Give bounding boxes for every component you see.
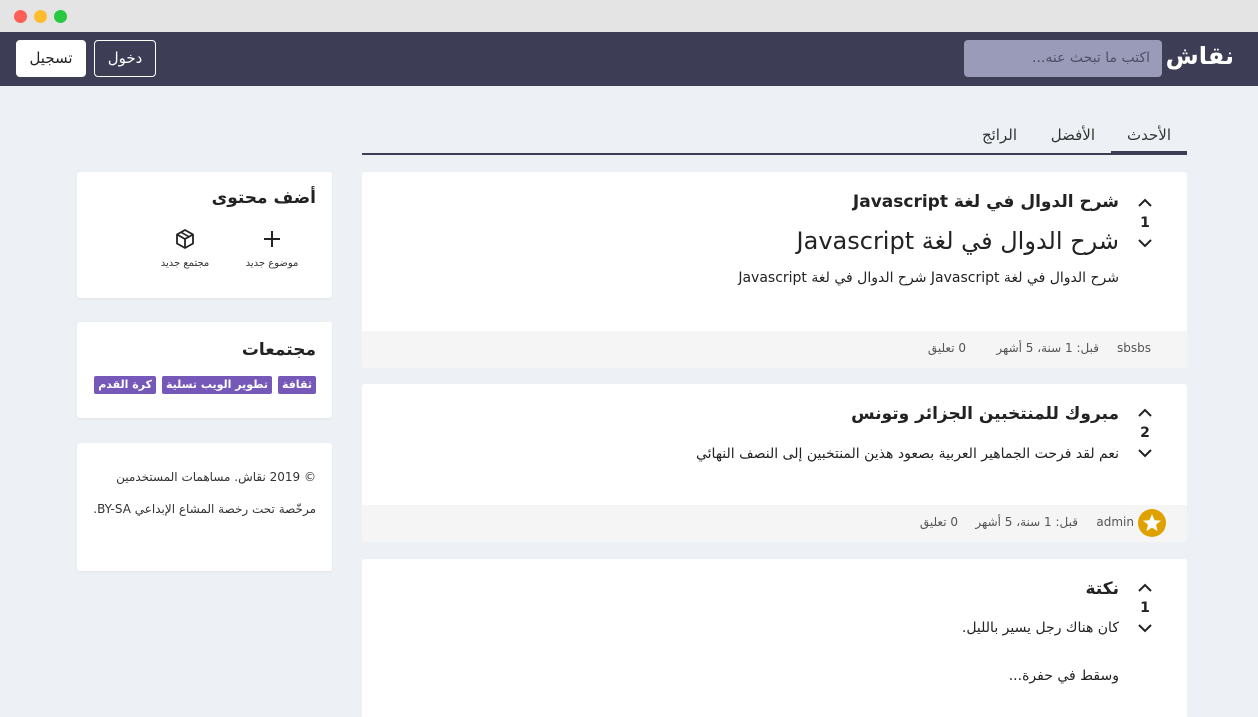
- vote-count: 1: [1140, 215, 1150, 231]
- plus-icon: [264, 231, 280, 247]
- new-topic-label: موضوع جديد: [245, 258, 299, 269]
- community-tag[interactable]: تطوير الويب: [196, 376, 272, 394]
- new-community-label: مجتمع جديد: [160, 258, 210, 269]
- post-title[interactable]: نكتة: [1085, 579, 1119, 599]
- community-tag[interactable]: تسلية: [162, 376, 201, 394]
- post-title[interactable]: شرح الدوال في لغة Javascript: [853, 192, 1119, 212]
- post-excerpt-line: وسقط في حفرة...: [1008, 668, 1119, 684]
- cube-icon: [176, 229, 194, 249]
- window-maximize-button[interactable]: [54, 10, 67, 23]
- post-time: قبل: 1 سنة، 5 أشهر: [996, 341, 1099, 355]
- star-badge-icon: [1138, 509, 1166, 537]
- upvote-icon[interactable]: [1134, 192, 1156, 214]
- post-excerpt: شرح الدوال في لغة Javascript شرح الدوال …: [738, 270, 1119, 286]
- site-footer-widget: © 2019 نقاش. مساهمات المستخدمين مرخّصة ت…: [77, 443, 332, 571]
- vote-control: 2: [1134, 402, 1156, 464]
- tab-trending[interactable]: الرائج: [982, 126, 1017, 144]
- post-excerpt-line: كان هناك رجل يسير بالليل.: [961, 620, 1119, 636]
- downvote-icon[interactable]: [1134, 442, 1156, 464]
- window-close-button[interactable]: [14, 10, 27, 23]
- post-title[interactable]: مبروك للمنتخبين الجزائر وتونس: [851, 404, 1119, 424]
- post-footer: sbsbs قبل: 1 سنة، 5 أشهر 0 تعليق: [362, 331, 1187, 368]
- tab-best[interactable]: الأفضل: [1051, 126, 1095, 144]
- post-footer: admin قبل: 1 سنة، 5 أشهر 0 تعليق: [362, 505, 1187, 542]
- post-card: 1 نكتة كان هناك رجل يسير بالليل. وسقط في…: [362, 559, 1187, 717]
- post-card: 2 مبروك للمنتخبين الجزائر وتونس نعم لقد …: [362, 384, 1187, 542]
- post-excerpt: نعم لقد فرحت الجماهير العربية بصعود هذين…: [695, 446, 1119, 462]
- post-time: قبل: 1 سنة، 5 أشهر: [975, 515, 1078, 529]
- top-navbar: نقاش اكتب ما تبحث عنه... دخول تسجيل: [0, 32, 1258, 86]
- post-card: 1 شرح الدوال في لغة Javascript شرح الدوا…: [362, 172, 1187, 368]
- community-tag[interactable]: كرة القدم: [94, 376, 156, 394]
- window-minimize-button[interactable]: [34, 10, 47, 23]
- vote-count: 2: [1140, 425, 1150, 441]
- vote-count: 1: [1140, 600, 1150, 616]
- post-heading: شرح الدوال في لغة Javascript: [796, 227, 1119, 255]
- brand-logo[interactable]: نقاش: [1166, 42, 1234, 70]
- post-comments[interactable]: 0 تعليق: [928, 341, 966, 355]
- login-button[interactable]: دخول: [94, 40, 156, 77]
- post-author[interactable]: admin: [1096, 515, 1134, 529]
- window-titlebar: [0, 0, 1258, 32]
- post-comments[interactable]: 0 تعليق: [920, 515, 958, 529]
- downvote-icon[interactable]: [1134, 617, 1156, 639]
- sort-tabs: الأحدث الأفضل الرائج: [362, 118, 1187, 155]
- search-input[interactable]: اكتب ما تبحث عنه...: [964, 40, 1162, 77]
- communities-title: مجتمعات: [241, 340, 316, 360]
- add-content-title: أضف محتوى: [211, 188, 316, 208]
- vote-control: 1: [1134, 192, 1156, 254]
- upvote-icon[interactable]: [1134, 577, 1156, 599]
- post-author[interactable]: sbsbs: [1117, 341, 1151, 355]
- communities-widget: مجتمعات ثقافة تطوير الويب تسلية كرة القد…: [77, 322, 332, 418]
- downvote-icon[interactable]: [1134, 232, 1156, 254]
- community-tag[interactable]: ثقافة: [277, 376, 316, 394]
- copyright-text: © 2019 نقاش. مساهمات المستخدمين مرخّصة ت…: [93, 470, 316, 516]
- register-button[interactable]: تسجيل: [16, 40, 86, 77]
- upvote-icon[interactable]: [1134, 402, 1156, 424]
- vote-control: 1: [1134, 577, 1156, 639]
- add-content-widget: أضف محتوى موضوع جديد مجتمع جديد: [77, 172, 332, 298]
- new-community-button[interactable]: مجتمع جديد: [150, 228, 220, 269]
- new-topic-button[interactable]: موضوع جديد: [237, 228, 307, 269]
- tab-latest[interactable]: الأحدث: [1111, 126, 1187, 155]
